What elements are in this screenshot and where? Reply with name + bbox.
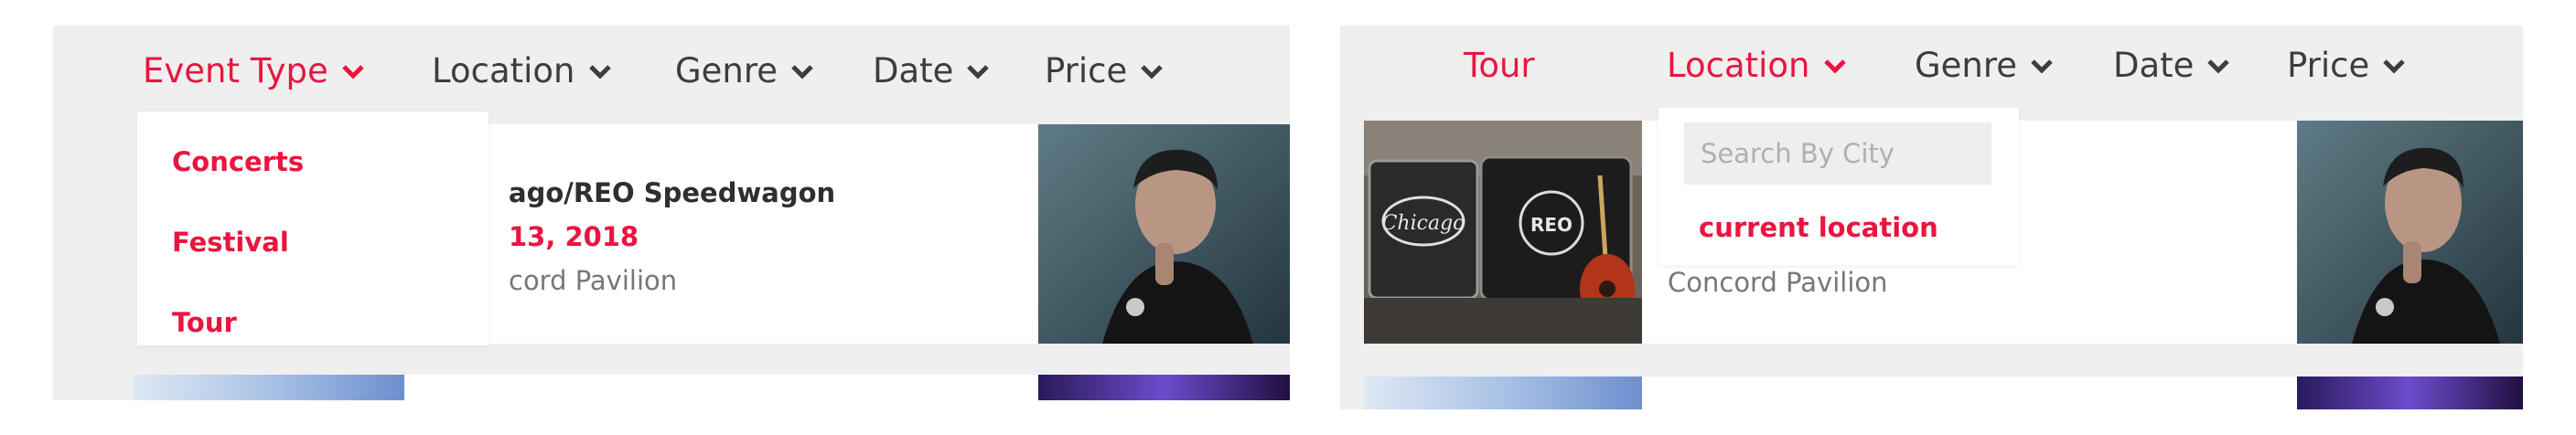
- filter-label: Location: [1667, 46, 1810, 85]
- dropdown-option-festival[interactable]: Festival: [172, 227, 289, 258]
- filter-date[interactable]: Date: [873, 51, 990, 90]
- filter-label: Tour: [1464, 46, 1535, 85]
- location-dropdown: current location: [1658, 108, 2019, 265]
- search-by-city-input[interactable]: [1684, 122, 1991, 185]
- filter-event-type[interactable]: Tour: [1464, 46, 1535, 85]
- chevron-down-icon: [790, 63, 814, 80]
- event-card[interactable]: ago/REO Speedwagon 13, 2018 cord Pavilio…: [483, 124, 1063, 344]
- chevron-down-icon: [2206, 58, 2230, 74]
- filter-price[interactable]: Price: [1045, 51, 1164, 90]
- filter-label: Location: [432, 51, 575, 90]
- event-thumbnail[interactable]: [1038, 375, 1290, 400]
- filter-label: Price: [2287, 46, 2370, 85]
- filter-genre[interactable]: Genre: [1915, 46, 2054, 85]
- right-screenshot-panel: Tour Location Genre Date Price Chicago R…: [1340, 26, 2523, 409]
- filter-label: Price: [1045, 51, 1128, 90]
- left-screenshot-panel: Event Type Location Genre Date Price ago…: [53, 26, 1290, 400]
- chevron-down-icon: [341, 63, 365, 80]
- dropdown-option-tour[interactable]: Tour: [172, 307, 237, 338]
- event-thumbnail[interactable]: [2297, 377, 2523, 409]
- event-date: 13, 2018: [509, 221, 639, 252]
- filter-location[interactable]: Location: [432, 51, 612, 90]
- event-thumbnail[interactable]: [1364, 377, 1642, 409]
- event-type-dropdown: Concerts Festival Tour: [137, 111, 488, 345]
- dropdown-option-concerts[interactable]: Concerts: [172, 146, 304, 177]
- chevron-down-icon: [1140, 63, 1164, 80]
- event-venue: cord Pavilion: [509, 265, 678, 296]
- filter-price[interactable]: Price: [2287, 46, 2406, 85]
- artist-photo[interactable]: [1038, 124, 1290, 344]
- event-venue: Concord Pavilion: [1668, 267, 1888, 298]
- filter-label: Genre: [675, 51, 778, 90]
- event-card[interactable]: [404, 375, 1063, 400]
- filter-genre[interactable]: Genre: [675, 51, 814, 90]
- filter-label: Date: [2113, 46, 2195, 85]
- event-card[interactable]: [1642, 377, 2314, 409]
- current-location-link[interactable]: current location: [1699, 212, 1938, 243]
- svg-text:Chicago: Chicago: [1382, 212, 1465, 235]
- artist-photo[interactable]: [2297, 121, 2523, 344]
- filter-event-type[interactable]: Event Type: [143, 51, 365, 90]
- svg-text:REO: REO: [1530, 214, 1572, 236]
- filter-location[interactable]: Location: [1667, 46, 1847, 85]
- chevron-down-icon: [1823, 58, 1847, 74]
- chevron-down-icon: [966, 63, 990, 80]
- event-title: ago/REO Speedwagon: [509, 177, 836, 208]
- event-thumbnail[interactable]: [134, 375, 404, 400]
- event-thumbnail[interactable]: Chicago REO: [1364, 121, 1642, 344]
- filter-label: Date: [873, 51, 954, 90]
- filter-label: Event Type: [143, 51, 328, 90]
- chevron-down-icon: [588, 63, 612, 80]
- filter-date[interactable]: Date: [2113, 46, 2230, 85]
- chevron-down-icon: [2382, 58, 2406, 74]
- filter-label: Genre: [1915, 46, 2018, 85]
- chevron-down-icon: [2030, 58, 2054, 74]
